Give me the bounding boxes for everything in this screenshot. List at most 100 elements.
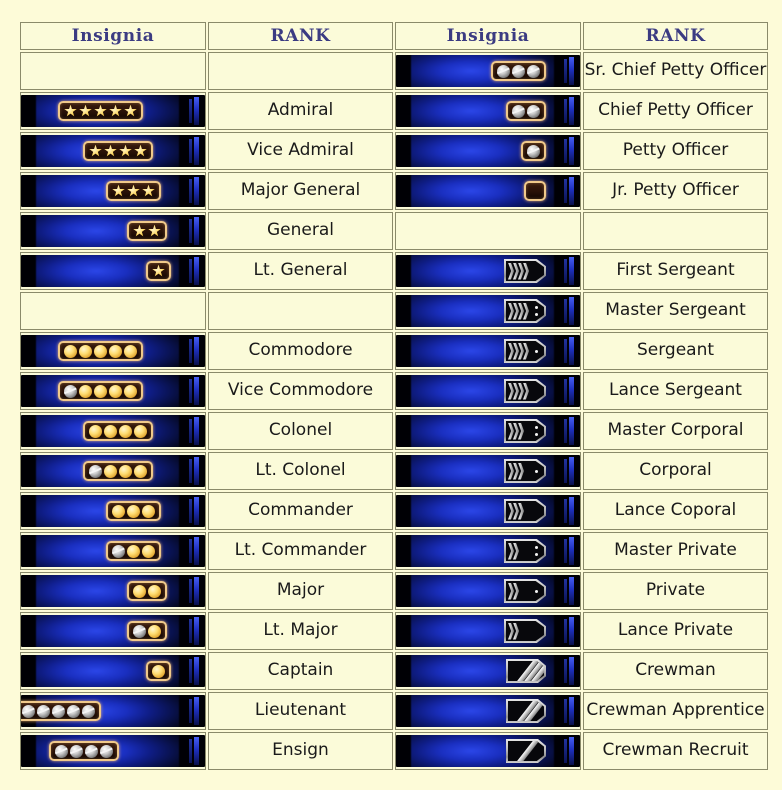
- gold-disc-icon: [134, 464, 147, 478]
- chevron-badge: [504, 459, 546, 483]
- insignia-cell: [20, 452, 206, 490]
- slash-icon: [514, 741, 539, 761]
- header-rank-left: RANK: [208, 22, 393, 50]
- insignia-badge: [504, 259, 546, 283]
- table-row: Lieutenant Crewman Apprentice: [20, 692, 768, 730]
- bar-edge-stripe-inner: [189, 699, 192, 723]
- rank-cell: Vice Admiral: [208, 132, 393, 170]
- rank-cell: Jr. Petty Officer: [583, 172, 768, 210]
- blank-insignia-cell: [20, 292, 206, 330]
- rank-dot-icon: [535, 313, 538, 316]
- insignia-badge: [504, 539, 546, 563]
- bar-edge-stripe-inner: [189, 739, 192, 763]
- gold-disc-icon: [79, 344, 92, 358]
- rank-cell: Crewman: [583, 652, 768, 690]
- insignia-cell: [20, 412, 206, 450]
- insignia-cell: [20, 652, 206, 690]
- bar-edge-stripe: [194, 657, 199, 685]
- bar-edge-stripe-inner: [564, 419, 567, 443]
- insignia-cell: [395, 92, 581, 130]
- table-row: Captain Crewman: [20, 652, 768, 690]
- insignia-bar: [396, 295, 580, 327]
- insignia-bar: [21, 375, 205, 407]
- chevron-icon: [508, 342, 514, 360]
- insignia-badge: [127, 581, 167, 601]
- insignia-bar: [21, 175, 205, 207]
- table-row: Vice Admiral Petty Officer: [20, 132, 768, 170]
- gold-disc-icon: [112, 504, 125, 518]
- bar-edge-stripe-inner: [564, 179, 567, 203]
- bar-edge-stripe-inner: [189, 259, 192, 283]
- rank-cell: Corporal: [583, 452, 768, 490]
- chevron-badge: [504, 499, 546, 523]
- table-row: Commodore Sergeant: [20, 332, 768, 370]
- officer-plaque: [491, 61, 546, 81]
- silver-disc-icon: [512, 104, 525, 118]
- bar-edge-stripe: [194, 417, 199, 445]
- rank-cell: Lt. General: [208, 252, 393, 290]
- chevron-icon: [508, 422, 514, 440]
- insignia-badge: [506, 659, 546, 683]
- rank-dot-icon: [535, 469, 538, 473]
- insignia-badge: [506, 739, 546, 763]
- bar-edge-stripe: [194, 697, 199, 725]
- rank-cell: Lt. Colonel: [208, 452, 393, 490]
- gold-disc-icon: [148, 584, 161, 598]
- bar-edge-stripe-inner: [564, 99, 567, 123]
- table-row: Lt. Colonel Corporal: [20, 452, 768, 490]
- insignia-badge: [504, 419, 546, 443]
- bar-edge-stripe: [194, 617, 199, 645]
- chevron-badge-inner: [506, 381, 544, 401]
- insignia-bar: [396, 255, 580, 287]
- bar-edge-stripe: [569, 297, 574, 325]
- insignia-badge: [506, 101, 546, 121]
- header-insignia-left: Insignia: [20, 22, 206, 50]
- rank-dot-icon: [535, 306, 538, 309]
- insignia-cell: [395, 132, 581, 170]
- insignia-bar: [396, 415, 580, 447]
- rank-cell: Commander: [208, 492, 393, 530]
- officer-plaque: [58, 101, 143, 121]
- rank-dot-icon: [535, 426, 538, 429]
- bar-edge-stripe-inner: [189, 139, 192, 163]
- insignia-badge: [504, 379, 546, 403]
- gold-disc-icon: [64, 344, 77, 358]
- chevron-icon: [508, 502, 514, 520]
- star-icon: [124, 104, 137, 117]
- insignia-cell: [395, 532, 581, 570]
- insignia-bar: [21, 215, 205, 247]
- header-row: Insignia RANK Insignia RANK: [20, 22, 768, 50]
- silver-disc-icon: [55, 744, 68, 758]
- rank-dot-icon: [535, 553, 538, 556]
- insignia-cell: [20, 132, 206, 170]
- rank-dots: [533, 342, 540, 360]
- bar-edge-stripe-inner: [189, 539, 192, 563]
- silver-disc-icon: [70, 744, 83, 758]
- chevron-badge-inner: [506, 621, 544, 641]
- insignia-bar: [21, 135, 205, 167]
- star-icon: [152, 264, 165, 277]
- rank-dot-icon: [535, 546, 538, 549]
- insignia-badge: [504, 339, 546, 363]
- officer-plaque: [83, 141, 153, 161]
- gold-disc-icon: [89, 424, 102, 438]
- bar-edge-stripe-inner: [564, 499, 567, 523]
- rank-cell: Crewman Apprentice: [583, 692, 768, 730]
- bar-edge-stripe: [194, 497, 199, 525]
- insignia-cell: [20, 492, 206, 530]
- insignia-cell: [20, 732, 206, 770]
- bar-edge-stripe: [569, 177, 574, 205]
- rank-cell: Master Private: [583, 532, 768, 570]
- bar-edge-stripe: [569, 97, 574, 125]
- insignia-bar: [396, 535, 580, 567]
- officer-plaque: [83, 461, 153, 481]
- insignia-cell: [20, 92, 206, 130]
- bar-edge-stripe: [194, 537, 199, 565]
- silver-disc-icon: [527, 104, 540, 118]
- bar-edge-stripe-inner: [564, 59, 567, 83]
- bar-edge-stripe-inner: [189, 379, 192, 403]
- silver-disc-icon: [100, 744, 113, 758]
- insignia-badge: [504, 619, 546, 643]
- bar-edge-stripe: [569, 377, 574, 405]
- officer-plaque: [524, 181, 546, 201]
